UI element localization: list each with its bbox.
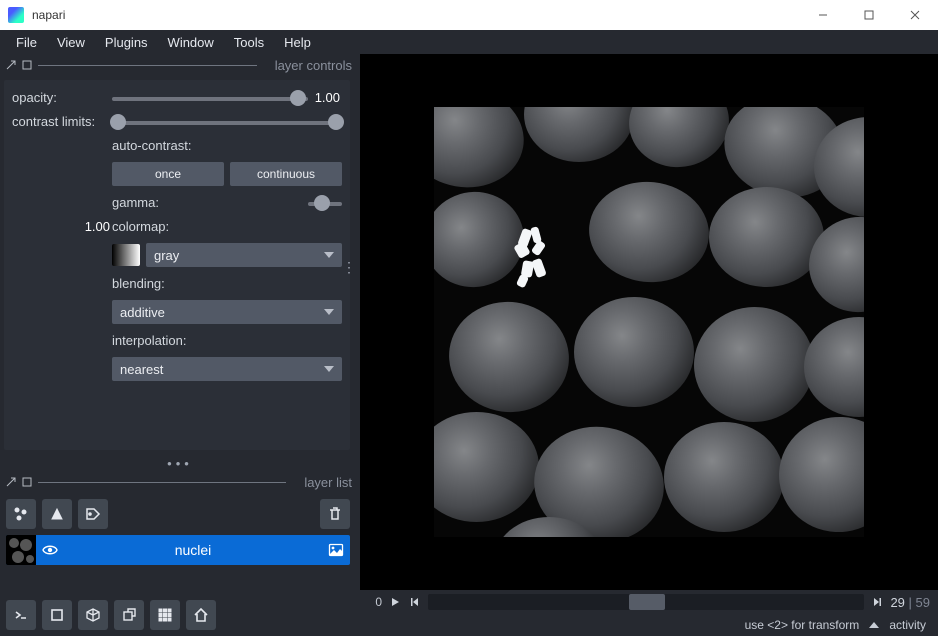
main-area: layer controls opacity: 1.00 contrast li… xyxy=(0,54,938,636)
interpolation-value: nearest xyxy=(120,362,163,377)
colormap-label: colormap: xyxy=(112,219,308,234)
status-hint: use <2> for transform xyxy=(745,618,860,632)
auto-contrast-label: auto-contrast: xyxy=(112,138,308,153)
layer-type-icon xyxy=(322,542,350,558)
window-title: napari xyxy=(32,8,65,22)
layer-controls-header: layer controls xyxy=(0,54,360,76)
float-icon[interactable] xyxy=(22,60,32,70)
close-button[interactable] xyxy=(892,0,938,30)
interpolation-select[interactable]: nearest xyxy=(112,357,342,381)
interpolation-label: interpolation: xyxy=(112,333,308,348)
delete-layer-button[interactable] xyxy=(320,499,350,529)
transpose-button[interactable] xyxy=(114,600,144,630)
blending-select[interactable]: additive xyxy=(112,300,342,324)
viewer-toolbar xyxy=(0,594,360,636)
total-frames: 59 xyxy=(916,595,930,610)
grid-button[interactable] xyxy=(150,600,180,630)
blending-label: blending: xyxy=(112,276,308,291)
menu-help[interactable]: Help xyxy=(274,31,321,54)
menu-tools[interactable]: Tools xyxy=(224,31,274,54)
dims-slider-handle[interactable] xyxy=(629,594,665,610)
step-right-button[interactable] xyxy=(870,595,884,609)
ndisplay-2d-button[interactable] xyxy=(42,600,72,630)
layer-visibility-toggle[interactable] xyxy=(36,542,64,558)
chevron-down-icon xyxy=(324,366,334,372)
opacity-label: opacity: xyxy=(12,90,112,105)
roll-dims-button[interactable] xyxy=(78,600,108,630)
contrast-slider[interactable] xyxy=(112,115,342,129)
titlebar: napari xyxy=(0,0,938,30)
menu-plugins[interactable]: Plugins xyxy=(95,31,158,54)
step-left-button[interactable] xyxy=(408,595,422,609)
maximize-button[interactable] xyxy=(846,0,892,30)
play-button[interactable] xyxy=(388,595,402,609)
gamma-slider[interactable] xyxy=(308,196,342,210)
auto-contrast-once-button[interactable]: once xyxy=(112,162,224,186)
chevron-down-icon xyxy=(324,309,334,315)
colormap-select[interactable]: gray xyxy=(146,243,342,267)
menubar: File View Plugins Window Tools Help xyxy=(0,30,938,54)
layer-list-header: layer list xyxy=(0,471,360,493)
canvas[interactable] xyxy=(360,54,938,590)
status-bar: use <2> for transform activity xyxy=(360,614,938,636)
current-frame: 29 xyxy=(890,595,904,610)
panel-drag-handle[interactable]: ⋮ xyxy=(342,265,356,269)
new-points-button[interactable] xyxy=(6,499,36,529)
console-button[interactable] xyxy=(6,600,36,630)
popout-icon[interactable] xyxy=(6,477,16,487)
layer-row[interactable]: nuclei xyxy=(6,535,350,565)
dims-slider[interactable] xyxy=(428,594,864,610)
canvas-area: 0 29 | 59 use <2> for transform activity xyxy=(360,54,938,636)
layer-thumbnail xyxy=(6,535,36,565)
sidebar: layer controls opacity: 1.00 contrast li… xyxy=(0,54,360,636)
menu-window[interactable]: Window xyxy=(158,31,224,54)
activity-toggle-icon[interactable] xyxy=(869,622,879,628)
menu-view[interactable]: View xyxy=(47,31,95,54)
opacity-value: 1.00 xyxy=(308,90,342,105)
float-icon[interactable] xyxy=(22,477,32,487)
dims-frame-readout: 29 | 59 xyxy=(890,595,930,610)
layer-name: nuclei xyxy=(64,542,322,558)
layer-list-title: layer list xyxy=(292,475,360,490)
minimize-button[interactable] xyxy=(800,0,846,30)
new-labels-button[interactable] xyxy=(78,499,108,529)
gamma-value: 1.00 xyxy=(12,219,112,234)
popout-icon[interactable] xyxy=(6,60,16,70)
opacity-slider[interactable] xyxy=(112,91,308,105)
dims-axis-label: 0 xyxy=(368,595,382,609)
auto-contrast-continuous-button[interactable]: continuous xyxy=(230,162,342,186)
layer-controls-title: layer controls xyxy=(263,58,360,73)
chevron-down-icon xyxy=(324,252,334,258)
activity-label[interactable]: activity xyxy=(889,618,926,632)
menu-file[interactable]: File xyxy=(6,31,47,54)
layer-controls-panel: opacity: 1.00 contrast limits: auto-cont… xyxy=(4,80,350,450)
contrast-label: contrast limits: xyxy=(12,114,112,129)
new-shapes-button[interactable] xyxy=(42,499,72,529)
app-window: napari File View Plugins Window Tools He… xyxy=(0,0,938,636)
image-display xyxy=(434,107,864,537)
colormap-value: gray xyxy=(154,248,179,263)
colormap-swatch[interactable] xyxy=(112,244,140,266)
dims-slider-row: 0 29 | 59 xyxy=(360,590,938,614)
panel-splitter[interactable]: ••• xyxy=(0,456,360,471)
napari-logo-icon xyxy=(8,7,24,23)
layer-add-toolbar xyxy=(0,493,360,535)
home-button[interactable] xyxy=(186,600,216,630)
blending-value: additive xyxy=(120,305,165,320)
gamma-label: gamma: xyxy=(112,195,308,210)
